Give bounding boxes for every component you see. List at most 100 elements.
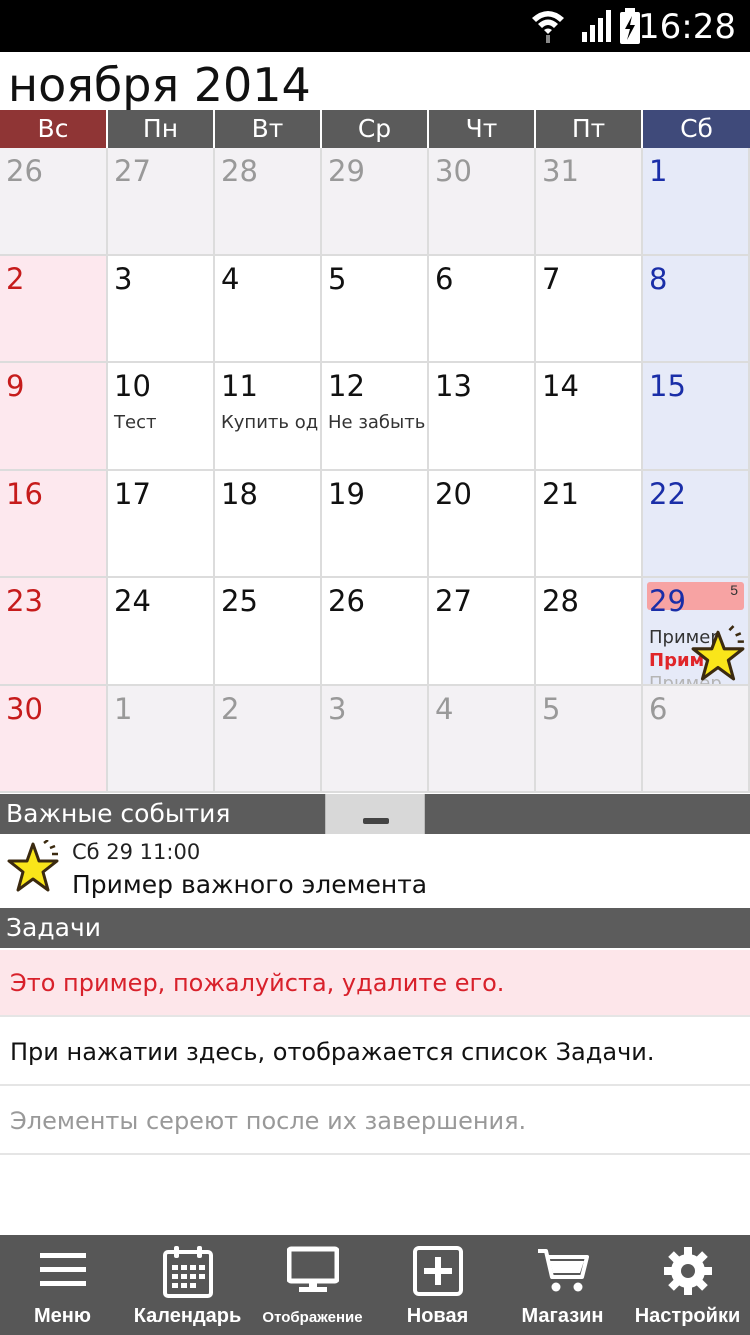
task-item[interactable]: Это пример, пожалуйста, удалите его. [0,950,750,1017]
day-cell-saturday[interactable]: 8 [643,256,750,363]
day-number: 2 [6,262,25,296]
day-cell-friday[interactable]: 5 [536,686,643,793]
status-bar: 16:28 [0,0,750,52]
nav-display-button[interactable]: Отображение [250,1235,375,1335]
day-number: 29 [649,584,686,618]
day-number: 27 [114,154,151,188]
day-cell-thursday[interactable]: 4 [429,686,536,793]
day-number: 5 [328,262,347,296]
important-event-item[interactable]: Сб 29 11:00 Пример важного элемента [0,834,750,908]
day-cell-thursday[interactable]: 27 [429,578,536,686]
day-cell-saturday[interactable]: 1 [643,148,750,256]
day-cell-sunday[interactable]: 9 [0,363,108,471]
tasks-header: Задачи [0,908,750,948]
day-cell-monday[interactable]: 1 [108,686,215,793]
day-cell-tuesday[interactable]: 25 [215,578,322,686]
day-cell-sunday[interactable]: 30 [0,686,108,793]
day-number: 20 [435,477,472,511]
day-number: 3 [328,692,347,726]
day-cell-wednesday[interactable]: 12 Не забыть [322,363,429,471]
nav-new-button[interactable]: Новая [375,1235,500,1335]
day-cell-wednesday[interactable]: 26 [322,578,429,686]
day-number: 4 [221,262,240,296]
day-cell-monday[interactable]: 27 [108,148,215,256]
day-cell-tuesday[interactable]: 11 Купить од [215,363,322,471]
calendar-icon [162,1245,214,1304]
day-number: 13 [435,369,472,403]
day-number: 18 [221,477,258,511]
wifi-icon [530,6,566,49]
day-number: 1 [649,154,668,188]
weekday-header: Вс Пн Вт Ср Чт Пт Сб [0,110,750,148]
day-cell-friday[interactable]: 7 [536,256,643,363]
nav-label: Меню [34,1305,91,1327]
weekday-friday: Пт [536,110,643,148]
day-cell-saturday[interactable]: 15 [643,363,750,471]
day-number: 19 [328,477,365,511]
day-number: 22 [649,477,686,511]
day-cell-tuesday[interactable]: 28 [215,148,322,256]
day-number: 30 [435,154,472,188]
day-cell-sunday[interactable]: 2 [0,256,108,363]
task-item[interactable]: Элементы сереют после их завершения. [0,1088,750,1155]
task-item[interactable]: При нажатии здесь, отображается список З… [0,1019,750,1086]
day-cell-friday[interactable]: 21 [536,471,643,578]
day-cell-tuesday[interactable]: 18 [215,471,322,578]
day-cell-sunday[interactable]: 16 [0,471,108,578]
day-cell-thursday[interactable]: 20 [429,471,536,578]
day-cell-wednesday[interactable]: 5 [322,256,429,363]
day-number: 31 [542,154,579,188]
star-icon [6,839,60,901]
day-cell-sunday[interactable]: 23 [0,578,108,686]
calendar-grid: 26 27 28 29 30 31 1 2 3 4 5 6 7 8 9 10 Тест 11 Купить од 12… [0,148,750,793]
day-event: Не забыть [328,412,426,433]
day-number: 26 [6,154,43,188]
day-cell-monday[interactable]: 10 Тест [108,363,215,471]
day-cell-thursday[interactable]: 13 [429,363,536,471]
day-cell-saturday[interactable]: 22 [643,471,750,578]
nav-settings-button[interactable]: Настройки [625,1235,750,1335]
event-count-badge: 5 [730,582,738,598]
day-cell-wednesday[interactable]: 3 [322,686,429,793]
day-number: 21 [542,477,579,511]
day-cell-monday[interactable]: 3 [108,256,215,363]
day-cell-tuesday[interactable]: 2 [215,686,322,793]
star-icon [690,624,746,684]
nav-menu-button[interactable]: Меню [0,1235,125,1335]
day-number: 26 [328,584,365,618]
day-number: 6 [649,692,668,726]
day-number: 8 [649,262,668,296]
day-cell-wednesday[interactable]: 19 [322,471,429,578]
day-number: 30 [6,692,43,726]
weekday-tuesday: Вт [215,110,322,148]
month-title[interactable]: ноября 2014 [8,58,311,112]
menu-icon [38,1245,88,1300]
bottom-nav: Меню Календарь Отображение Новая Магазин… [0,1235,750,1335]
day-number: 28 [221,154,258,188]
nav-shop-button[interactable]: Магазин [500,1235,625,1335]
weekday-saturday: Сб [643,110,750,148]
nav-label: Магазин [521,1305,604,1327]
day-cell-sunday[interactable]: 26 [0,148,108,256]
nav-calendar-button[interactable]: Календарь [125,1235,250,1335]
day-cell-thursday[interactable]: 6 [429,256,536,363]
day-cell-monday[interactable]: 17 [108,471,215,578]
display-icon [286,1245,339,1300]
day-cell-saturday[interactable]: 29 5 Пример Прим Пример [643,578,750,686]
day-cell-friday[interactable]: 28 [536,578,643,686]
day-cell-friday[interactable]: 31 [536,148,643,256]
day-number: 25 [221,584,258,618]
day-number: 29 [328,154,365,188]
day-cell-saturday[interactable]: 6 [643,686,750,793]
event-datetime: Сб 29 11:00 [72,840,201,864]
day-cell-thursday[interactable]: 30 [429,148,536,256]
day-cell-friday[interactable]: 14 [536,363,643,471]
day-cell-monday[interactable]: 24 [108,578,215,686]
add-icon [412,1245,464,1302]
day-number: 9 [6,369,25,403]
day-cell-wednesday[interactable]: 29 [322,148,429,256]
gear-icon [662,1245,714,1302]
day-event: Купить од [221,412,319,433]
day-number: 17 [114,477,151,511]
day-cell-tuesday[interactable]: 4 [215,256,322,363]
